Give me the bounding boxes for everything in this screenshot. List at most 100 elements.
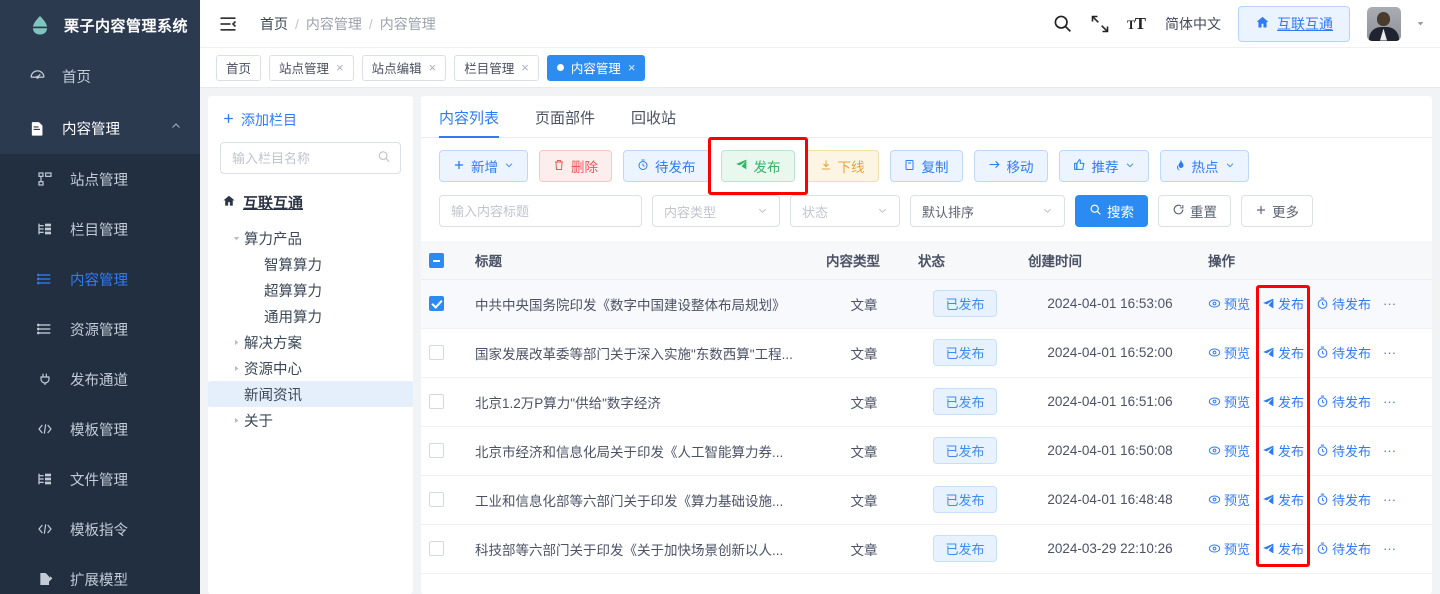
row-more-button[interactable]: ··· xyxy=(1383,492,1396,507)
content-title-input[interactable] xyxy=(451,203,630,219)
row-checkbox[interactable] xyxy=(429,443,444,459)
row-publish-button[interactable]: 发布 xyxy=(1262,490,1304,509)
row-preview-button[interactable]: 预览 xyxy=(1208,392,1250,411)
row-checkbox[interactable] xyxy=(429,345,444,361)
tree-node-zhisuan[interactable]: 智算算力 xyxy=(220,251,401,277)
breadcrumb-item[interactable]: 内容管理 xyxy=(380,14,436,34)
select-all-checkbox[interactable] xyxy=(429,252,444,268)
row-publish-button[interactable]: 发布 xyxy=(1262,539,1304,558)
sidebar-item-column-management[interactable]: 栏目管理 xyxy=(0,204,200,254)
hotspot-button[interactable]: 热点 xyxy=(1159,150,1249,182)
tab-content-management[interactable]: 内容管理 × xyxy=(546,54,646,81)
table-row[interactable]: 中共中央国务院印发《数字中国建设整体布局规划》 文章 已发布 2024-04-01 1… xyxy=(421,279,1432,329)
publish-button[interactable]: 发布 xyxy=(720,150,795,182)
tree-node-chaosuan[interactable]: 超算算力 xyxy=(220,277,401,303)
table-row[interactable]: 北京市经济和信息化局关于印发《人工智能算力券... 文章 已发布 2024-04-01… xyxy=(421,426,1432,476)
reset-button[interactable]: 重置 xyxy=(1158,195,1231,227)
column-search-field[interactable] xyxy=(220,142,401,174)
row-checkbox[interactable] xyxy=(429,492,444,508)
site-switch-button[interactable]: 互联互通 xyxy=(1238,5,1350,42)
menu-collapse-icon[interactable] xyxy=(218,13,240,35)
user-avatar[interactable] xyxy=(1367,6,1401,41)
sidebar-item-site-management[interactable]: 站点管理 xyxy=(0,154,200,204)
row-publish-button[interactable]: 发布 xyxy=(1262,343,1304,362)
add-button[interactable]: 新增 xyxy=(439,150,528,182)
font-size-icon[interactable]: T T xyxy=(1127,13,1148,34)
row-pending-publish-button[interactable]: 待发布 xyxy=(1316,343,1371,362)
sidebar-item-file-management[interactable]: 文件管理 xyxy=(0,454,200,504)
breadcrumb-item[interactable]: 首页 xyxy=(260,14,288,34)
table-row[interactable]: 国家发展改革委等部门关于深入实施"东数西算"工程... 文章 已发布 2024-04-… xyxy=(421,328,1432,378)
content-type-select[interactable]: 内容类型 xyxy=(652,195,780,227)
row-preview-button[interactable]: 预览 xyxy=(1208,490,1250,509)
close-icon[interactable]: × xyxy=(429,61,437,74)
row-pending-publish-button[interactable]: 待发布 xyxy=(1316,539,1371,558)
tree-root-node[interactable]: 互联互通 xyxy=(220,192,401,213)
tree-node-ziyuanzhongxin[interactable]: 资源中心 xyxy=(220,355,401,381)
offline-button[interactable]: 下线 xyxy=(805,150,879,182)
sidebar-item-extension-model[interactable]: 扩展模型 xyxy=(0,554,200,594)
row-preview-button[interactable]: 预览 xyxy=(1208,539,1250,558)
tree-node-jiejuefangan[interactable]: 解决方案 xyxy=(220,329,401,355)
sidebar-item-content-management-sub[interactable]: 内容管理 xyxy=(0,254,200,304)
move-button[interactable]: 移动 xyxy=(973,150,1048,182)
tab-site-management[interactable]: 站点管理 × xyxy=(269,54,354,81)
row-checkbox[interactable] xyxy=(429,541,444,557)
column-search-input[interactable] xyxy=(232,150,372,166)
row-more-button[interactable]: ··· xyxy=(1383,345,1396,360)
close-icon[interactable]: × xyxy=(521,61,529,74)
more-button[interactable]: 更多 xyxy=(1241,195,1313,227)
chevron-right-icon[interactable] xyxy=(228,364,244,373)
row-preview-button[interactable]: 预览 xyxy=(1208,294,1250,313)
row-pending-publish-button[interactable]: 待发布 xyxy=(1316,294,1371,313)
tab-page-widgets[interactable]: 页面部件 xyxy=(535,107,595,137)
search-icon[interactable] xyxy=(1052,13,1073,34)
sidebar-item-publish-channel[interactable]: 发布通道 xyxy=(0,354,200,404)
chevron-right-icon[interactable] xyxy=(228,338,244,347)
tab-recycle-bin[interactable]: 回收站 xyxy=(631,107,676,137)
delete-button[interactable]: 删除 xyxy=(539,150,612,182)
table-row[interactable]: 北京1.2万P算力"供给"数字经济 文章 已发布 2024-04-01 16:51:0… xyxy=(421,377,1432,427)
recommend-button[interactable]: 推荐 xyxy=(1058,150,1149,182)
content-title-field[interactable] xyxy=(439,195,642,227)
copy-button[interactable]: 复制 xyxy=(889,150,963,182)
sidebar-item-template-directive[interactable]: 模板指令 xyxy=(0,504,200,554)
language-selector[interactable]: 简体中文 xyxy=(1165,14,1221,34)
row-publish-button[interactable]: 发布 xyxy=(1262,294,1304,313)
sidebar-item-content-management[interactable]: 内容管理 xyxy=(0,102,200,154)
row-pending-publish-button[interactable]: 待发布 xyxy=(1316,490,1371,509)
tab-home[interactable]: 首页 xyxy=(216,54,262,81)
tab-column-management[interactable]: 栏目管理 × xyxy=(454,54,539,81)
status-select[interactable]: 状态 xyxy=(790,195,900,227)
search-icon[interactable] xyxy=(377,150,391,167)
table-row[interactable]: 科技部等六部门关于印发《关于加快场景创新以人... 文章 已发布 2024-03-29… xyxy=(421,524,1432,574)
pending-publish-button[interactable]: 待发布 xyxy=(623,150,710,182)
tree-node-xinwenzixun[interactable]: 新闻资讯 xyxy=(208,381,413,407)
table-row[interactable]: 工业和信息化部等六部门关于印发《算力基础设施... 文章 已发布 2024-04-01… xyxy=(421,475,1432,525)
tree-node-guanyu[interactable]: 关于 xyxy=(220,407,401,433)
fullscreen-icon[interactable] xyxy=(1090,14,1110,34)
add-column-button[interactable]: 添加栏目 xyxy=(220,110,401,130)
row-pending-publish-button[interactable]: 待发布 xyxy=(1316,392,1371,411)
row-publish-button[interactable]: 发布 xyxy=(1262,392,1304,411)
sort-select[interactable]: 默认排序 xyxy=(910,195,1065,227)
sidebar-logo[interactable]: 栗子内容管理系统 xyxy=(0,0,200,50)
chevron-down-icon[interactable] xyxy=(1415,16,1426,32)
row-more-button[interactable]: ··· xyxy=(1383,443,1396,458)
tree-node-tongyong[interactable]: 通用算力 xyxy=(220,303,401,329)
row-more-button[interactable]: ··· xyxy=(1383,394,1396,409)
tab-content-list[interactable]: 内容列表 xyxy=(439,107,500,138)
row-preview-button[interactable]: 预览 xyxy=(1208,441,1250,460)
close-icon[interactable]: × xyxy=(628,61,636,74)
row-more-button[interactable]: ··· xyxy=(1383,541,1396,556)
row-publish-button[interactable]: 发布 xyxy=(1262,441,1304,460)
sidebar-item-resource-management[interactable]: 资源管理 xyxy=(0,304,200,354)
sidebar-item-home[interactable]: 首页 xyxy=(0,50,200,102)
tab-site-edit[interactable]: 站点编辑 × xyxy=(361,54,447,81)
search-button[interactable]: 搜索 xyxy=(1075,195,1148,227)
row-checkbox[interactable] xyxy=(429,296,444,312)
chevron-down-icon[interactable] xyxy=(228,234,244,243)
row-checkbox[interactable] xyxy=(429,394,444,410)
close-icon[interactable]: × xyxy=(336,61,344,74)
tree-node-suanli-chanpin[interactable]: 算力产品 xyxy=(220,225,401,251)
